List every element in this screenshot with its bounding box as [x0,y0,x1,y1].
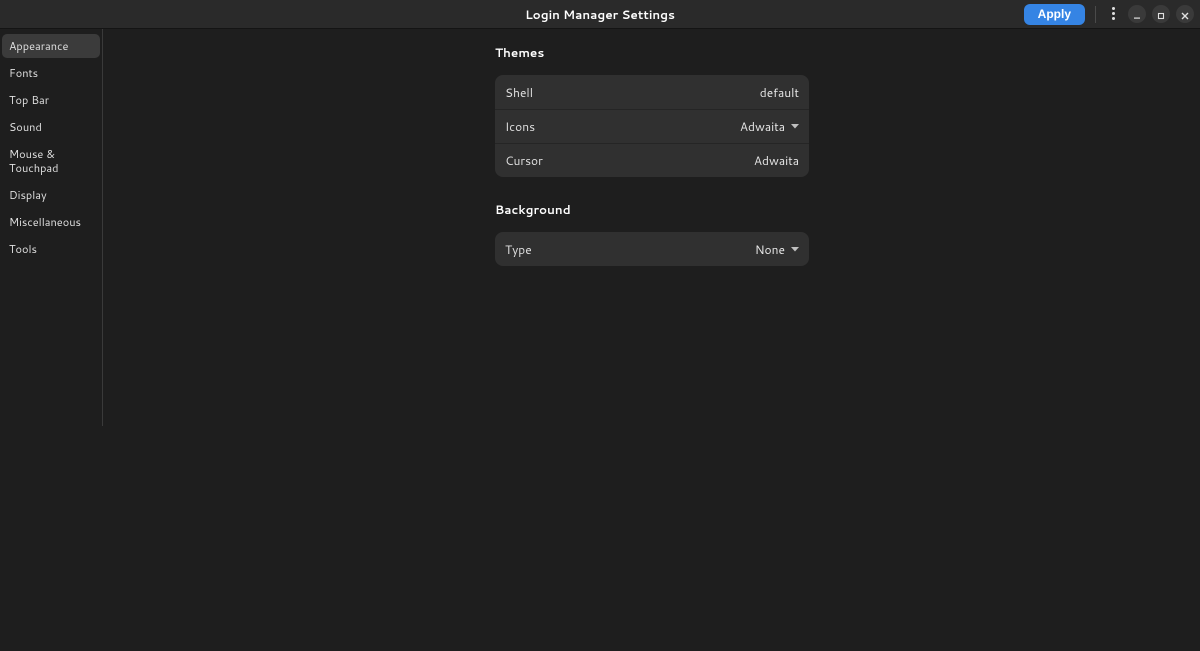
menu-button[interactable] [1104,4,1122,24]
themes-row-cursor[interactable]: Cursor Adwaita [495,143,809,177]
content-column: Themes Shell default Icons Adwaita [495,44,809,266]
row-value: Adwaita [754,152,799,169]
close-button[interactable] [1176,5,1194,23]
themes-group: Shell default Icons Adwaita Curso [495,75,809,177]
background-section-title: Background [495,201,809,218]
apply-button[interactable]: Apply [1024,4,1085,25]
header-separator [1095,6,1096,23]
sidebar-item-fonts[interactable]: Fonts [2,61,100,85]
maximize-button[interactable] [1152,5,1170,23]
row-value-wrap: None [755,241,799,258]
row-value: default [760,84,799,101]
row-value: None [755,241,785,258]
row-label: Cursor [505,152,543,169]
row-label: Type [505,241,532,258]
row-value-wrap: Adwaita [754,152,799,169]
minimize-button[interactable] [1128,5,1146,23]
background-row-type[interactable]: Type None [495,232,809,266]
sidebar-item-display[interactable]: Display [2,183,100,207]
body: Appearance Fonts Top Bar Sound Mouse & T… [0,29,1200,651]
row-value-wrap: Adwaita [740,118,799,135]
themes-section-title: Themes [495,44,809,61]
sidebar-item-appearance[interactable]: Appearance [2,34,100,58]
maximize-icon [1157,3,1165,26]
themes-row-icons[interactable]: Icons Adwaita [495,109,809,143]
titlebar: Login Manager Settings Apply [0,0,1200,29]
chevron-down-icon [791,124,799,129]
background-group: Type None [495,232,809,266]
close-icon [1181,3,1189,26]
row-label: Icons [505,118,535,135]
sidebar-item-sound[interactable]: Sound [2,115,100,139]
main-content: Themes Shell default Icons Adwaita [103,29,1200,651]
sidebar-item-tools[interactable]: Tools [2,237,100,261]
row-value: Adwaita [740,118,785,135]
more-icon [1112,3,1115,26]
window-title: Login Manager Settings [525,6,675,23]
row-label: Shell [505,84,533,101]
header-actions: Apply [1024,4,1194,25]
minimize-icon [1133,3,1141,26]
row-value-wrap: default [760,84,799,101]
sidebar-item-top-bar[interactable]: Top Bar [2,88,100,112]
sidebar-item-mouse-touchpad[interactable]: Mouse & Touchpad [2,142,100,180]
themes-row-shell[interactable]: Shell default [495,75,809,109]
sidebar-item-miscellaneous[interactable]: Miscellaneous [2,210,100,234]
sidebar: Appearance Fonts Top Bar Sound Mouse & T… [0,29,103,426]
chevron-down-icon [791,247,799,252]
